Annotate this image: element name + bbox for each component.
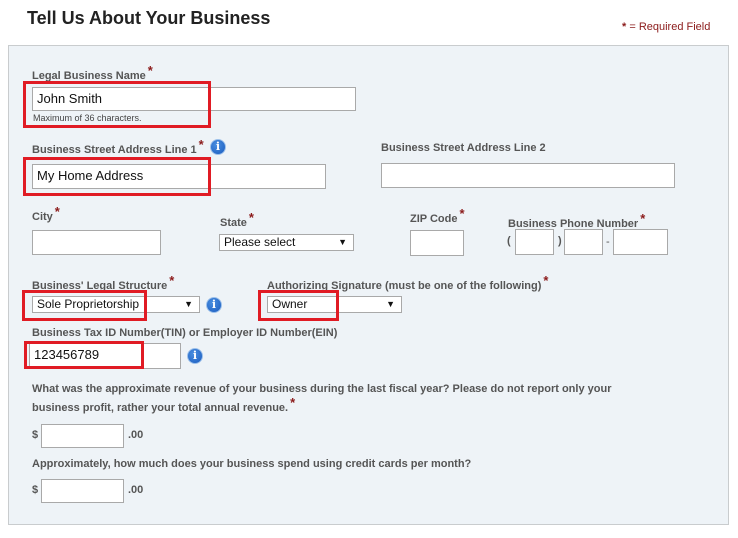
chevron-down-icon: ▼ [386, 299, 395, 309]
phone-prefix-input[interactable] [564, 229, 603, 255]
info-icon[interactable]: i [206, 297, 222, 313]
phone-area-code-input[interactable] [515, 229, 554, 255]
legal-name-hint: Maximum of 36 characters. [33, 113, 142, 123]
card-spend-question: Approximately, how much does your busine… [32, 458, 472, 470]
required-star: * [169, 273, 175, 288]
required-star: * [640, 211, 646, 226]
required-star: * [54, 204, 60, 219]
card-spend-currency: $ [32, 484, 39, 496]
address2-input[interactable] [381, 163, 675, 188]
required-star: * [622, 21, 627, 33]
state-select[interactable]: Please select ▼ [219, 234, 354, 251]
address1-label: Business Street Address Line 1 * [32, 137, 204, 156]
city-label: City * [32, 204, 60, 223]
city-input[interactable] [32, 230, 161, 255]
required-star: * [290, 395, 296, 410]
phone-line-input[interactable] [613, 229, 668, 255]
required-star: * [147, 63, 153, 78]
signature-select[interactable]: Owner ▼ [267, 296, 402, 313]
info-icon[interactable]: i [187, 348, 203, 364]
state-label: State * [220, 210, 254, 229]
address2-label: Business Street Address Line 2 [381, 142, 546, 154]
chevron-down-icon: ▼ [184, 299, 193, 309]
zip-input[interactable] [410, 230, 464, 256]
phone-close-paren: ) [558, 235, 562, 247]
state-label-text: State [220, 217, 247, 229]
revenue-currency: $ [32, 429, 39, 441]
city-label-text: City [32, 211, 53, 223]
phone-dash: - [606, 236, 610, 248]
legal-name-label-text: Legal Business Name [32, 70, 146, 82]
required-star: * [198, 137, 204, 152]
legal-structure-select[interactable]: Sole Proprietorship ▼ [32, 296, 200, 313]
phone-label: Business Phone Number * [508, 211, 645, 230]
legal-structure-selected-value: Sole Proprietorship [37, 297, 140, 311]
revenue-cents: .00 [128, 429, 144, 441]
signature-label: Authorizing Signature (must be one of th… [267, 273, 548, 292]
required-field-note: * = Required Field [622, 21, 710, 33]
page-title: Tell Us About Your Business [27, 8, 271, 28]
state-selected-value: Please select [224, 235, 296, 249]
zip-label: ZIP Code * [410, 206, 465, 225]
chevron-down-icon: ▼ [338, 237, 347, 247]
signature-label-text: Authorizing Signature (must be one of th… [267, 280, 542, 292]
card-spend-input[interactable] [41, 479, 124, 503]
required-note-text: = Required Field [626, 21, 711, 33]
legal-structure-label: Business' Legal Structure * [32, 273, 174, 292]
revenue-input[interactable] [41, 424, 124, 448]
required-star: * [543, 273, 549, 288]
zip-label-text: ZIP Code [410, 213, 458, 225]
info-icon[interactable]: i [210, 139, 226, 155]
card-spend-cents: .00 [128, 484, 144, 496]
legal-structure-label-text: Business' Legal Structure [32, 280, 168, 292]
tax-id-label: Business Tax ID Number(TIN) or Employer … [32, 327, 338, 339]
phone-open-paren: ( [507, 235, 511, 247]
revenue-question: What was the approximate revenue of your… [32, 380, 611, 417]
revenue-question-line2: business profit, rather your total annua… [32, 402, 289, 414]
tax-id-input[interactable]: 123456789 [29, 343, 181, 369]
required-star: * [248, 210, 254, 225]
address1-label-text: Business Street Address Line 1 [32, 144, 197, 156]
legal-name-label: Legal Business Name * [32, 63, 153, 82]
signature-selected-value: Owner [272, 297, 308, 311]
address1-input[interactable]: My Home Address [32, 164, 326, 189]
legal-name-input[interactable]: John Smith [32, 87, 356, 111]
required-star: * [459, 206, 465, 221]
revenue-question-line1: What was the approximate revenue of your… [32, 383, 612, 395]
